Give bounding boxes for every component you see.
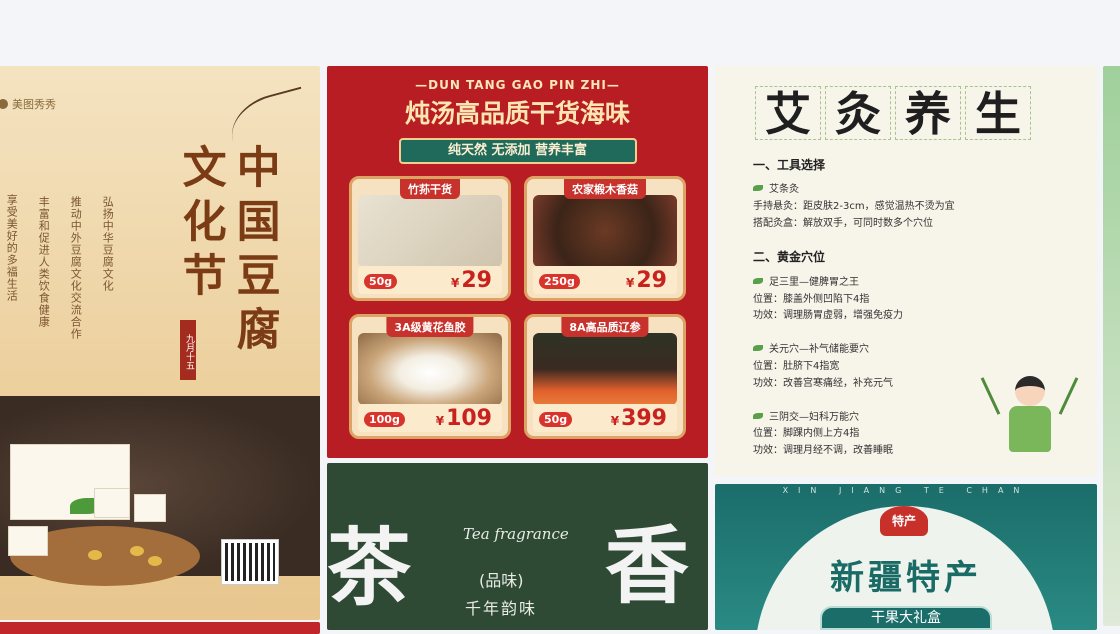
top-bar [0, 0, 1120, 58]
poster-title: 艾 灸 养 生 [755, 86, 1031, 141]
tofu-cube [94, 488, 130, 518]
title-char: 灸 [825, 86, 891, 141]
desc-line: 享受美好的多福生活 [5, 194, 19, 302]
product-price: ¥29 [451, 268, 492, 293]
item-heading: 艾条灸 [753, 180, 799, 195]
product-image [358, 333, 502, 405]
product-image [358, 195, 502, 267]
product-tile: 竹荪干货 50g ¥29 [349, 176, 511, 301]
desc-line: 推动中外豆腐文化交流合作 [69, 196, 83, 340]
gift-box-label: 干果大礼盒 [820, 606, 992, 630]
template-card-tofu-festival[interactable]: 美图秀秀 弘扬中华豆腐文化 推动中外豆腐文化交流合作 丰富和促进人类饮食健康 享… [0, 66, 320, 620]
product-image [533, 195, 677, 267]
tea-slogan: 千年韵味 [465, 599, 538, 618]
product-weight: 50g [364, 274, 398, 289]
item-heading: 三阴交—妇科万能穴 [753, 408, 859, 423]
feature-ribbon: 纯天然 无添加 营养丰富 [398, 138, 637, 164]
soybean [88, 550, 102, 560]
product-name: 竹荪干货 [400, 179, 460, 199]
product-price: ¥399 [610, 406, 667, 431]
template-card-moxibustion[interactable]: 艾 灸 养 生 一、工具选择 艾条灸 手持悬灸：距皮肤2-3cm，感觉温热不烫为… [715, 66, 1097, 476]
poster-title: 炖汤高品质干货海味 [404, 99, 630, 128]
product-tile: 8A高品质辽参 50g ¥399 [524, 314, 686, 439]
item-line: 位置：肚脐下4指宽 [753, 361, 840, 372]
template-card-seafood[interactable]: —DUN TANG GAO PIN ZHI— 炖汤高品质干货海味 纯天然 无添加… [327, 66, 708, 458]
tofu-cube [8, 526, 48, 556]
item-heading: 关元穴—补气储能要穴 [753, 340, 869, 355]
item-line: 位置：膝盖外侧凹陷下4指 [753, 294, 870, 305]
title-char: 生 [965, 86, 1031, 141]
title-column-1: 中国豆腐 [228, 144, 280, 360]
item-line: 功效：调理月经不调，改善睡眠 [753, 445, 893, 456]
item-heading: 足三里—健脾胃之王 [753, 273, 859, 288]
template-card-partial-bottom[interactable] [0, 622, 320, 634]
product-tile: 农家椴木香菇 250g ¥29 [524, 176, 686, 301]
english-subtitle: Tea fragrance [463, 525, 569, 543]
tea-char: 茶 [327, 518, 412, 617]
product-weight: 100g [364, 412, 405, 427]
tofu-cube [134, 494, 166, 522]
product-price: ¥29 [626, 268, 667, 293]
girl-body [1009, 406, 1051, 452]
product-image [533, 333, 677, 405]
soybean [148, 556, 162, 566]
item-line: 位置：脚踝内侧上方4指 [753, 428, 860, 439]
item-line: 搭配灸盒：解放双手，可同时数多个穴位 [753, 218, 933, 229]
title-char: 艾 [755, 86, 821, 141]
item-line: 手持悬灸：距皮肤2-3cm，感觉温热不烫为宜 [753, 201, 955, 212]
item-line: 功效：改善宫寒痛经，补充元气 [753, 378, 893, 389]
qr-code [221, 539, 279, 585]
specialty-badge: 特产 [880, 506, 928, 536]
soybean [130, 546, 144, 556]
pinyin-header: —DUN TANG GAO PIN ZHI— [415, 78, 620, 92]
template-card-xinjiang[interactable]: XIN JIANG TE CHAN 特产 新疆特产 干果大礼盒 [715, 484, 1097, 630]
title-column-2: 文化节 [174, 144, 226, 306]
herb-sprig-icon [1058, 377, 1079, 415]
pinwei-label: (品味) [479, 571, 524, 590]
brand-watermark: 美图秀秀 [0, 96, 56, 112]
fragrance-char: 香 [605, 516, 690, 615]
section-heading: 二、黄金穴位 [753, 250, 826, 264]
girl-head [1015, 376, 1045, 406]
product-weight: 50g [539, 412, 573, 427]
desc-line: 丰富和促进人类饮食健康 [37, 196, 51, 328]
template-card-partial-right[interactable] [1103, 66, 1120, 626]
product-price: ¥109 [435, 406, 492, 431]
product-name: 8A高品质辽参 [561, 317, 649, 337]
brand-logo-icon [0, 99, 8, 109]
herb-sprig-icon [980, 377, 1001, 415]
section-heading: 一、工具选择 [753, 158, 826, 172]
product-name: 农家椴木香菇 [564, 179, 646, 199]
title-char: 养 [895, 86, 961, 141]
desc-line: 弘扬中华豆腐文化 [101, 196, 115, 292]
template-card-tea[interactable]: 茶 香 Tea fragrance (品味) 千年韵味 [327, 463, 708, 630]
product-weight: 250g [539, 274, 580, 289]
pinyin-header: XIN JIANG TE CHAN [782, 486, 1030, 495]
product-name: 3A级黄花鱼胶 [386, 317, 474, 337]
product-tile: 3A级黄花鱼胶 100g ¥109 [349, 314, 511, 439]
poster-title: 新疆特产 [830, 558, 982, 598]
item-line: 功效：调理肠胃虚弱，增强免疫力 [753, 310, 903, 321]
date-seal: 九月十五 [180, 320, 196, 380]
